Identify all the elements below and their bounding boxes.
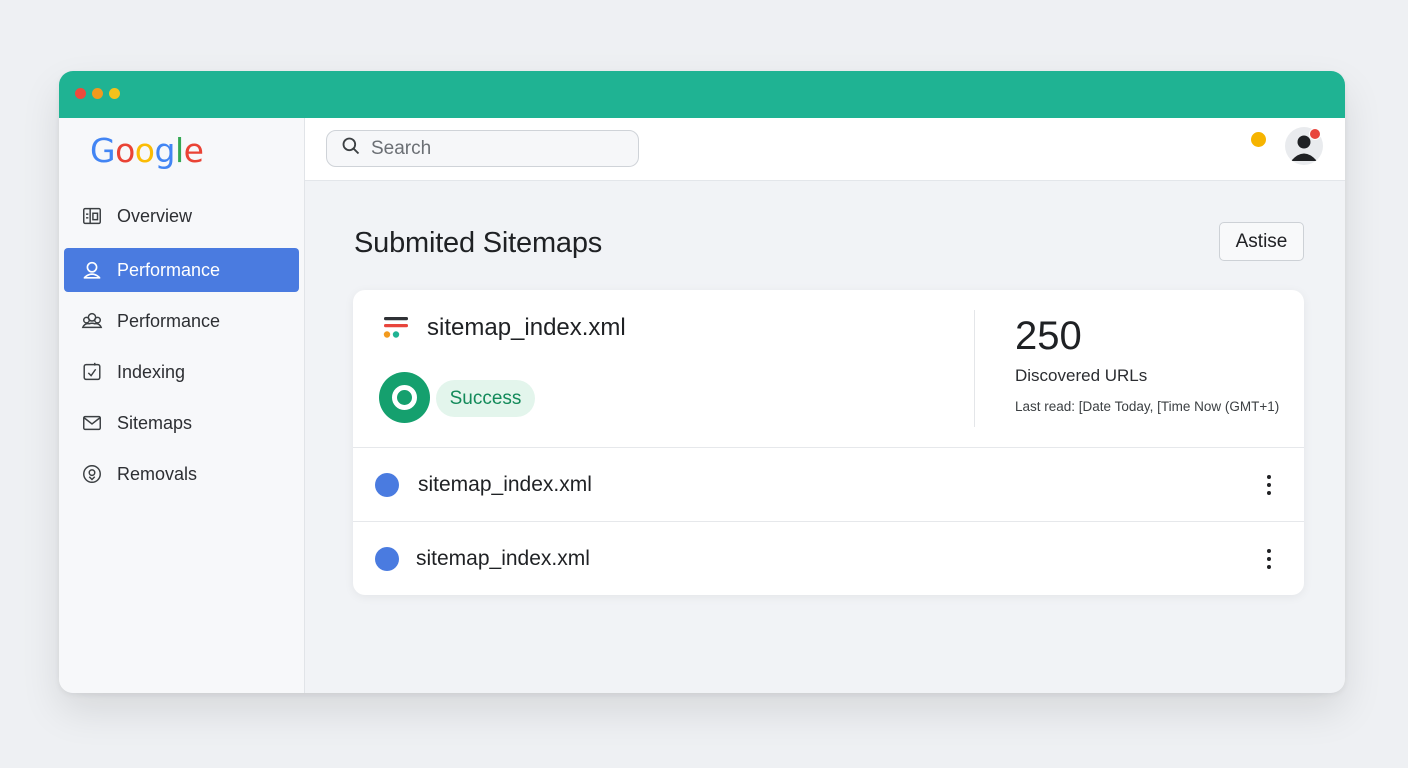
sidebar-item-performance[interactable]: Performance [64,299,299,343]
sitemap-row-name[interactable]: sitemap_index.xml [416,547,590,571]
more-options-icon[interactable] [1257,472,1281,498]
top-bar [305,118,1345,181]
app-window: Google Overview Performance Performance [59,71,1345,693]
title-bar [59,71,1345,118]
list-item[interactable]: sitemap_index.xml [353,522,1304,595]
action-button[interactable]: Astise [1219,222,1304,261]
sitemap-bullet-icon [375,547,399,571]
dashboard-icon [80,204,104,228]
status-badge: Success [436,380,535,417]
sidebar-item-sitemaps[interactable]: Sitemaps [64,401,299,445]
sidebar-item-label: Removals [117,463,198,484]
sidebar-item-removals[interactable]: Removals [64,452,299,496]
discovered-urls-count: 250 [1015,314,1082,358]
minimize-window-button[interactable] [92,88,103,99]
search-box[interactable] [326,130,639,167]
indexing-icon [80,360,104,384]
more-options-icon[interactable] [1257,546,1281,572]
discovered-urls-label: Discovered URLs [1015,366,1148,385]
notification-indicator[interactable] [1251,132,1266,147]
removals-icon [80,462,104,486]
sitemap-file-name[interactable]: sitemap_index.xml [427,314,626,342]
sitemaps-card: sitemap_index.xml Success 250 Discovered… [353,290,1304,595]
sitemap-summary: sitemap_index.xml Success 250 Discovered… [353,290,1304,448]
sidebar-item-label: Sitemaps [117,412,193,433]
sidebar-item-performance-active[interactable]: Performance [64,248,299,292]
sidebar-item-label: Performance [117,259,221,280]
last-read-timestamp: Last read: [Date Today, [Time Now (GMT+1… [1015,399,1280,414]
avatar-badge [1309,128,1321,140]
sitemap-row-name[interactable]: sitemap_index.xml [418,473,592,497]
search-input[interactable] [369,136,623,161]
sidebar-item-overview[interactable]: Overview [64,194,299,238]
sidebar-item-indexing[interactable]: Indexing [64,350,299,394]
page-title: Submited Sitemaps [354,227,603,259]
sidebar-item-label: Performance [117,310,221,331]
people-icon [80,309,104,333]
maximize-window-button[interactable] [109,88,120,99]
sidebar-item-label: Indexing [117,361,186,382]
mail-icon [80,411,104,435]
search-icon [341,136,361,161]
sitemap-file-icon [383,315,411,341]
sidebar-item-label: Overview [117,205,193,226]
close-window-button[interactable] [75,88,86,99]
sitemap-bullet-icon [375,473,399,497]
sidebar: Google Overview Performance Performance [59,118,305,693]
divider [974,310,975,427]
list-item[interactable]: sitemap_index.xml [353,448,1304,522]
success-status-icon [379,372,430,423]
user-icon [80,258,104,282]
google-logo[interactable]: Google [90,131,204,170]
